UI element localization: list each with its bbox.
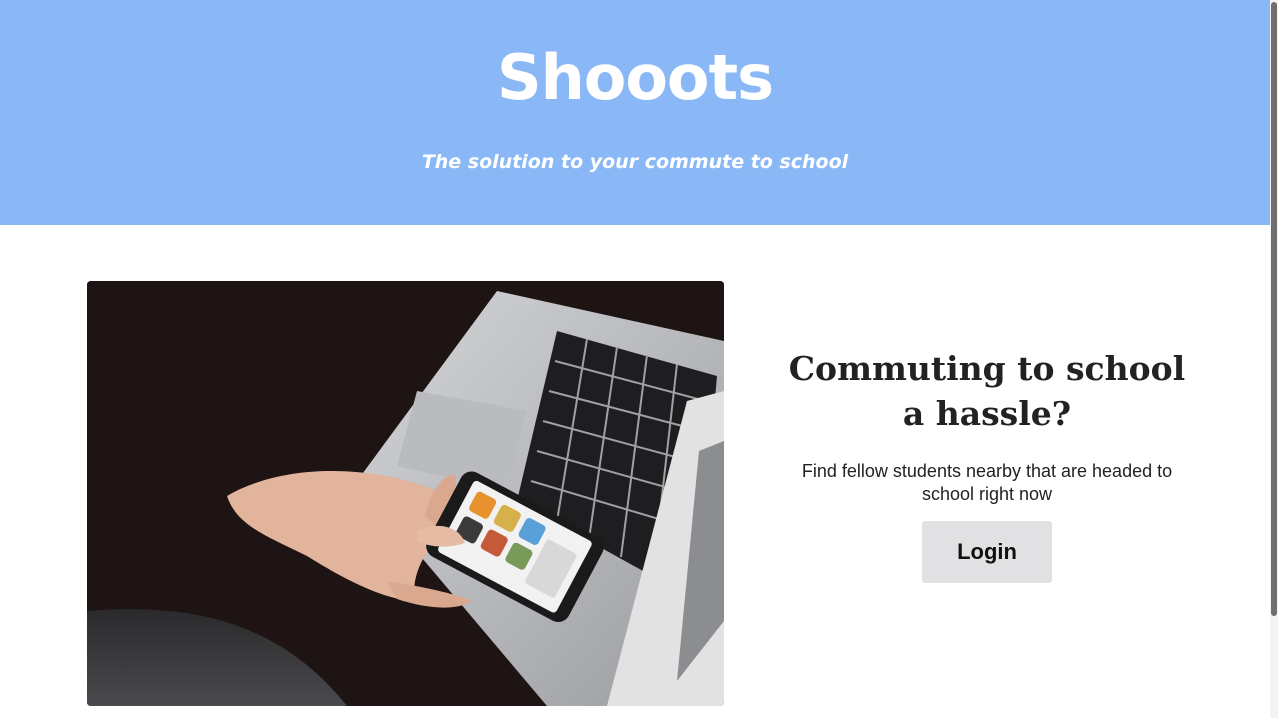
promo-section: Commuting to school a hassle? Find fello… bbox=[782, 346, 1192, 583]
promo-heading: Commuting to school a hassle? bbox=[788, 349, 1186, 433]
hero-photo bbox=[87, 281, 724, 706]
login-button[interactable]: Login bbox=[922, 521, 1052, 583]
tagline: The solution to your commute to school bbox=[421, 151, 849, 173]
scrollbar-thumb[interactable] bbox=[1271, 2, 1277, 616]
page-scrollbar[interactable] bbox=[1270, 0, 1278, 718]
hero-photo-illustration bbox=[87, 281, 724, 706]
header-banner: Shooots The solution to your commute to … bbox=[0, 0, 1270, 225]
promo-description: Find fellow students nearby that are hea… bbox=[801, 461, 1173, 504]
brand-title: Shooots bbox=[496, 41, 774, 114]
